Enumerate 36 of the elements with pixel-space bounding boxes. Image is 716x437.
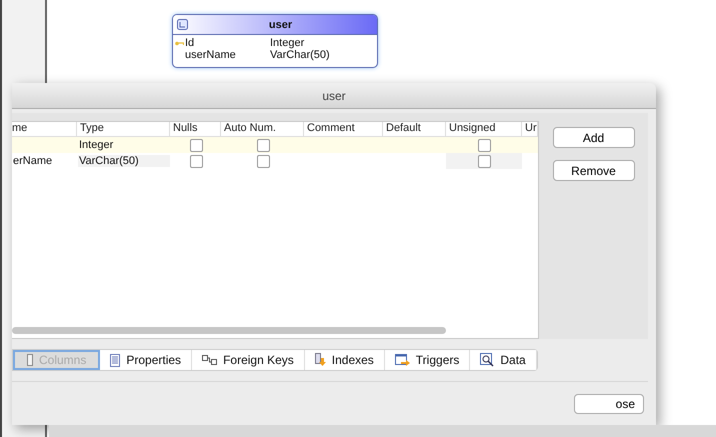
link-icon [202, 355, 218, 365]
field-type: VarChar(50) [270, 49, 330, 61]
table-row[interactable]: erName VarChar(50) [12, 153, 538, 169]
checkbox[interactable] [256, 154, 270, 168]
entity-card[interactable]: user Id Integer userName VarChar(50) [172, 14, 378, 68]
table-row[interactable]: Integer [12, 137, 538, 153]
field-type: Integer [270, 37, 304, 49]
column-header[interactable]: Default [383, 122, 446, 136]
entity-title: user [268, 18, 294, 30]
column-header[interactable]: Nulls [170, 122, 221, 136]
field-name: userName [185, 49, 237, 61]
horizontal-scrollbar[interactable] [12, 327, 446, 334]
checkbox[interactable] [478, 154, 491, 168]
column-header[interactable]: Type [77, 122, 170, 136]
column-header[interactable]: Auto Num. [221, 122, 304, 136]
window-title: user [322, 88, 346, 102]
action-button[interactable]: Add [552, 127, 634, 148]
column-header[interactable]: Unsigned [446, 122, 522, 136]
checkbox[interactable] [256, 138, 270, 152]
table-cell: VarChar(50) [78, 155, 170, 167]
column-header[interactable]: me [12, 122, 77, 136]
field-name: Id [185, 37, 196, 49]
magnifier-icon [480, 353, 494, 367]
table-cell-text: Integer [78, 139, 114, 151]
close-button[interactable]: ose [574, 394, 644, 414]
checkbox[interactable] [190, 154, 202, 168]
checkbox[interactable] [190, 138, 202, 152]
arrow-down-icon [314, 353, 326, 367]
column-header[interactable]: Comment [304, 122, 383, 136]
column-header[interactable]: Ur [522, 122, 538, 136]
action-button[interactable]: Remove [552, 160, 634, 181]
table-cell: erName [13, 155, 52, 167]
table-icon [177, 19, 188, 30]
column-icon [27, 354, 33, 366]
document-icon [110, 354, 120, 366]
checkbox[interactable] [478, 138, 491, 152]
